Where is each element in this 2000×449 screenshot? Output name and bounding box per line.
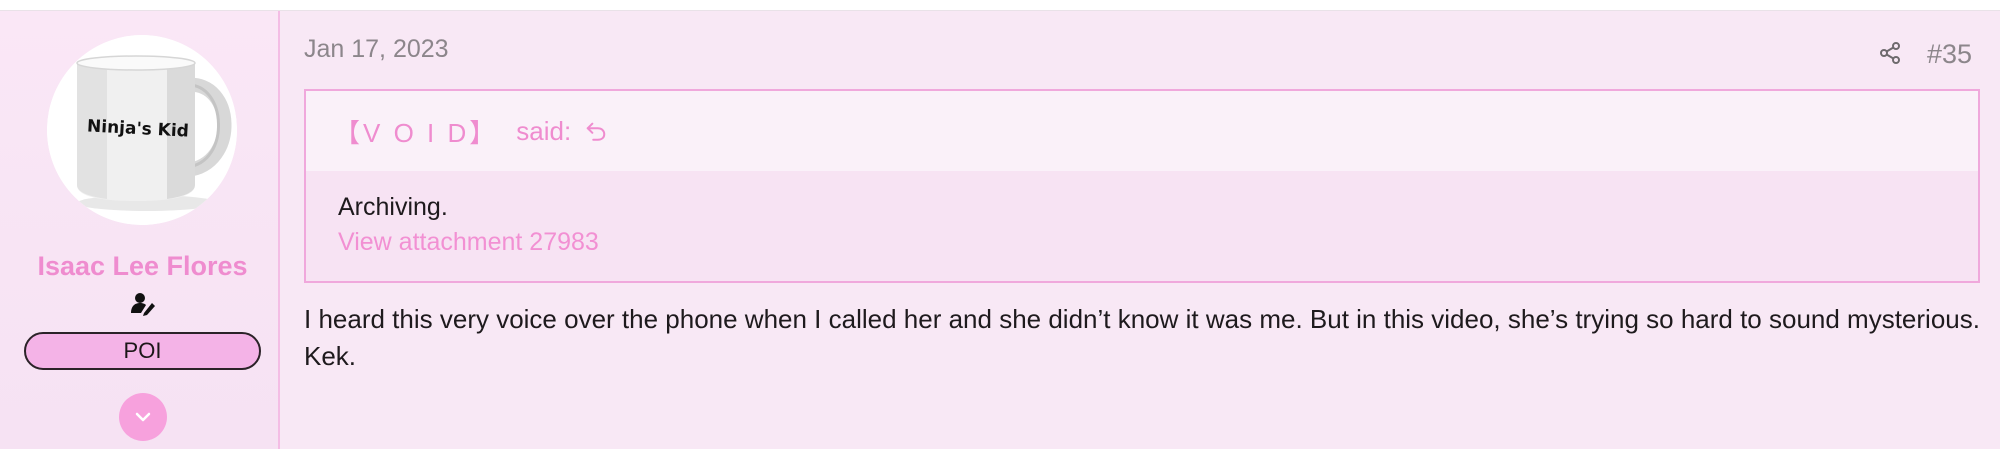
quote-header: 【V O I D】 said: <box>306 91 1978 171</box>
chevron-down-icon <box>135 412 151 422</box>
user-edit-icon <box>131 293 155 316</box>
post-message: I heard this very voice over the phone w… <box>304 304 1980 371</box>
quote-body: Archiving. View attachment 27983 <box>306 171 1978 257</box>
attachment-link[interactable]: View attachment 27983 <box>338 228 1978 257</box>
expand-user-info-button[interactable] <box>119 393 167 441</box>
post: Ninja's Kid Isaac Lee Flores POI Jan 17,… <box>0 10 2000 449</box>
post-main: Jan 17, 2023 #35 【V O I D】 said: Archivi… <box>280 11 2000 449</box>
post-number-link[interactable]: #35 <box>1927 39 1972 70</box>
username[interactable]: Isaac Lee Flores <box>0 251 285 282</box>
share-icon[interactable] <box>1878 41 1902 65</box>
quote-said-label: said: <box>516 115 572 146</box>
user-column: Ninja's Kid Isaac Lee Flores POI <box>0 11 280 449</box>
post-date[interactable]: Jan 17, 2023 <box>304 35 449 64</box>
avatar[interactable]: Ninja's Kid <box>47 35 237 225</box>
quote-jump-icon[interactable] <box>585 120 607 142</box>
quote-block: 【V O I D】 said: Archiving. View attachme… <box>304 89 1980 283</box>
user-title-badge: POI <box>24 332 261 370</box>
quote-text: Archiving. <box>338 193 448 221</box>
quote-author[interactable]: 【V O I D】 <box>334 113 498 150</box>
